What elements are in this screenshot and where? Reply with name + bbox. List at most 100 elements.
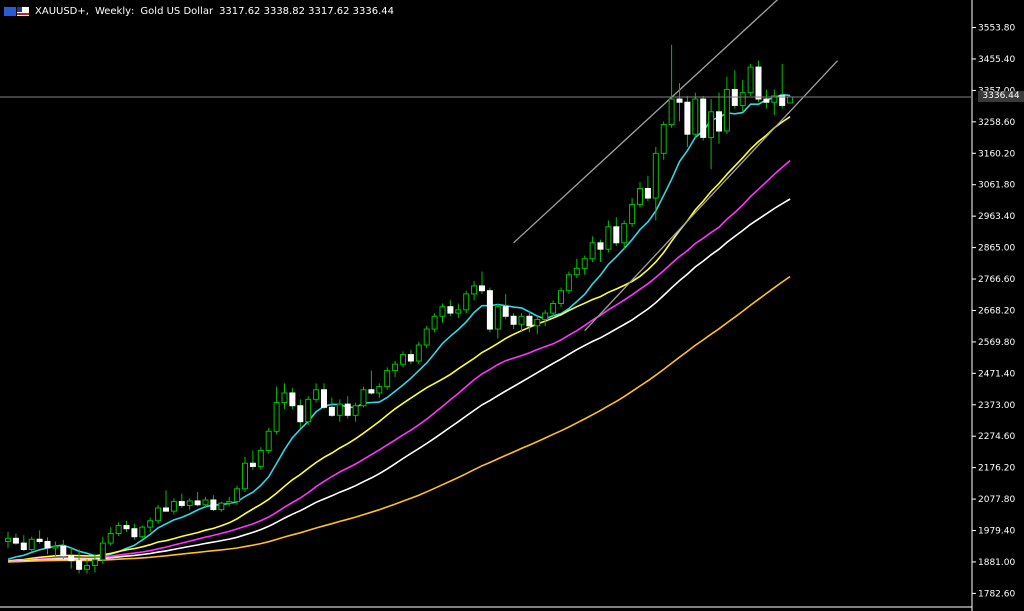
candle-body (155, 507, 162, 522)
candle-body (494, 306, 501, 330)
candle-body (52, 545, 59, 549)
candlesticks (5, 44, 794, 574)
candle-body (60, 545, 67, 557)
candle-body (502, 306, 509, 317)
candle-body (186, 500, 193, 506)
candle-body (170, 501, 177, 512)
candle-body (455, 309, 462, 314)
price-tick-label: 1782.60 (978, 589, 1015, 599)
candle-body (510, 315, 517, 325)
moving-averages (7, 93, 791, 563)
candle-body (218, 502, 225, 511)
ma50-line (7, 116, 791, 562)
candle-body (107, 533, 114, 544)
price-tick-label: 2077.80 (978, 495, 1015, 505)
candle-body (328, 406, 335, 416)
candle-body (281, 392, 288, 404)
price-tick-label: 3061.80 (978, 181, 1015, 191)
price-tick-label: 3160.20 (978, 149, 1015, 159)
candle-body (12, 537, 19, 544)
candle-body (621, 223, 628, 244)
candle-body (344, 403, 351, 416)
price-tick-label: 1881.00 (978, 558, 1015, 568)
candle-body (708, 111, 715, 138)
candle-body (305, 398, 312, 423)
candle-body (747, 66, 754, 94)
ohlc-values: 3317.62 3338.82 3317.62 3336.44 (219, 5, 395, 17)
candle-body (68, 555, 75, 562)
candle-body (242, 462, 248, 490)
price-chart: 3553.803455.403357.003258.603160.203061.… (0, 0, 1015, 611)
candle-body (91, 559, 98, 566)
candle-body (479, 285, 485, 292)
chart-title-bar: XAUUSD+, Weekly: Gold US Dollar 3317.62 … (4, 4, 394, 18)
candle-body (147, 520, 154, 528)
candle-body (692, 98, 699, 135)
price-tick-label: 3553.80 (978, 24, 1015, 34)
trend-channel (513, 0, 838, 332)
ma200-line (7, 275, 791, 563)
current-price-label: 3336.44 (978, 91, 1024, 103)
candle-body (115, 525, 122, 535)
candle-body (36, 538, 43, 543)
price-tick-label: 2668.20 (978, 306, 1015, 316)
price-tick-label: 1979.40 (978, 527, 1015, 537)
candle-body (336, 403, 343, 416)
candle-body (44, 541, 51, 549)
candle-body (723, 88, 730, 132)
candle-body (84, 564, 90, 570)
timeframe-label: Weekly (94, 5, 132, 17)
candle-body (123, 525, 130, 530)
price-tick-label: 2865.00 (978, 244, 1015, 254)
price-tick-label: 3258.60 (978, 118, 1015, 128)
candle-body (739, 92, 746, 106)
candle-body (644, 187, 651, 199)
candle-body (28, 538, 35, 550)
ma100-line (7, 159, 791, 563)
candle-body (423, 328, 430, 346)
candle-body (716, 111, 722, 132)
candle-body (471, 285, 478, 295)
candle-body (415, 344, 422, 362)
candle-body (376, 386, 383, 394)
candle-body (573, 267, 580, 276)
candle-body (652, 152, 659, 199)
candle-body (676, 98, 683, 103)
candle-body (163, 507, 169, 512)
price-tick-label: 3455.40 (978, 55, 1015, 65)
candle-body (463, 293, 470, 311)
candle-body (313, 389, 320, 400)
candle-body (542, 312, 549, 320)
candle-body (431, 315, 438, 330)
candle-body (265, 430, 272, 451)
candle-body (558, 290, 564, 304)
candle-body (202, 499, 209, 506)
candle-body (131, 528, 138, 538)
candle-body (447, 306, 454, 314)
candle-body (526, 315, 533, 327)
symbol-name: XAUUSD+ (35, 5, 86, 17)
candle-body (139, 526, 146, 538)
price-tick-label: 2373.00 (978, 401, 1015, 411)
candle-body (763, 98, 770, 103)
candle-body (273, 402, 280, 432)
price-tick-label: 2766.60 (978, 275, 1015, 285)
price-tick-label: 2274.60 (978, 432, 1015, 442)
candle-body (297, 405, 304, 423)
candle-body (605, 226, 612, 250)
ma150-line (7, 198, 791, 563)
symbol-flag-icon (4, 6, 29, 16)
candle-body (178, 501, 185, 506)
candle-body (76, 560, 83, 570)
price-tick-label: 2569.80 (978, 338, 1015, 348)
candle-body (700, 98, 707, 138)
candle-body (684, 101, 691, 135)
symbol-description: Gold US Dollar (140, 5, 214, 17)
candle-body (210, 499, 217, 511)
candle-body (384, 370, 391, 388)
candle-body (368, 389, 375, 394)
candle-body (597, 242, 604, 250)
ma20-line (7, 93, 791, 561)
price-tick-label: 2176.20 (978, 464, 1015, 474)
candle-body (668, 98, 675, 126)
